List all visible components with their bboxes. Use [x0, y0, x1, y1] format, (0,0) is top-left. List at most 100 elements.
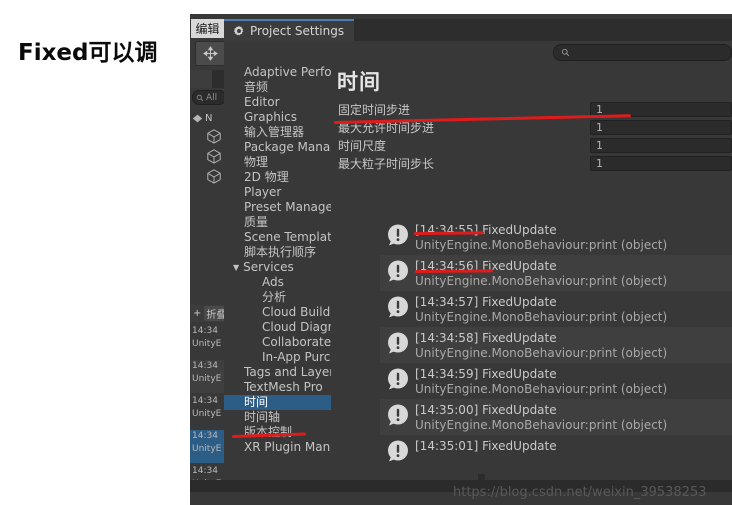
console-log-text: [14:34:56] FixedUpdate UnityEngine.MonoBe… — [415, 259, 732, 289]
settings-tree-item[interactable]: Package Manager — [224, 140, 331, 155]
console-log-row[interactable]: [14:34:59] FixedUpdate UnityEngine.MonoBe… — [380, 363, 732, 399]
console-clear-button[interactable]: + — [193, 308, 201, 319]
search-icon — [196, 94, 204, 101]
console-log-text: [14:35:01] FixedUpdate — [415, 439, 732, 454]
settings-tree-item[interactable]: In-App Purchasing — [224, 350, 331, 365]
settings-field-input[interactable]: 1 — [590, 119, 732, 135]
tab-project-settings-label: Project Settings — [250, 24, 345, 38]
console-log-text: [14:34:57] FixedUpdate UnityEngine.MonoBe… — [415, 295, 732, 325]
settings-tree-item-label: 版本控制 — [244, 425, 293, 439]
move-tool-icon[interactable] — [195, 41, 225, 66]
chevron-down-icon[interactable]: ▼ — [233, 260, 239, 275]
settings-tree-item-label: Graphics — [244, 110, 297, 124]
settings-tree-item-label: Package Manager — [244, 140, 331, 154]
scene-icon — [192, 114, 203, 122]
hierarchy-gameobject-icon[interactable] — [206, 168, 226, 188]
settings-tree-item[interactable]: XR Plugin Management — [224, 440, 331, 455]
console-log-row[interactable]: [14:34:57] FixedUpdate UnityEngine.MonoBe… — [380, 291, 732, 327]
settings-tree-item[interactable]: Player — [224, 185, 331, 200]
console-log-row[interactable]: [14:34:58] FixedUpdate UnityEngine.MonoBe… — [380, 327, 732, 363]
settings-field-input[interactable]: 1 — [590, 101, 732, 117]
settings-tree-item-label: 物理 — [244, 155, 269, 169]
settings-tree-item[interactable]: 音频 — [224, 80, 331, 95]
settings-tree-item[interactable]: Adaptive Performance — [224, 65, 331, 80]
settings-tree-item[interactable]: 时间 — [224, 395, 331, 410]
settings-tree-item-label: 输入管理器 — [244, 125, 305, 139]
settings-tree-item[interactable]: 2D 物理 — [224, 170, 331, 185]
settings-tree-item-label: 时间 — [244, 395, 269, 409]
settings-field-label: 最大允许时间步进 — [338, 120, 435, 135]
hierarchy-scene-label: N — [205, 112, 213, 124]
settings-tree-item[interactable]: Scene Template — [224, 230, 331, 245]
hierarchy-tab[interactable] — [190, 70, 212, 88]
settings-tree-item[interactable]: 版本控制 — [224, 425, 331, 440]
watermark-text: https://blog.csdn.net/weixin_39538253 — [453, 485, 707, 500]
settings-tree-item[interactable]: ▼ Services — [224, 260, 331, 275]
settings-category-tree[interactable]: Adaptive Performance音频EditorGraphics输入管理… — [224, 65, 332, 480]
console-log-message: [14:34:56] FixedUpdate — [415, 259, 557, 273]
settings-tree-item-label: Ads — [262, 275, 284, 289]
console-log-row[interactable]: [14:35:01] FixedUpdate — [380, 435, 732, 470]
settings-tree-item-label: In-App Purchasing — [262, 350, 331, 364]
console-log-text: [14:34:55] FixedUpdate UnityEngine.MonoBe… — [415, 223, 732, 253]
console-log-message: [14:35:01] FixedUpdate — [415, 439, 557, 453]
settings-tree-item[interactable]: 分析 — [224, 290, 331, 305]
settings-tree-item-label: Collaborate — [262, 335, 331, 349]
settings-tree-item[interactable]: 输入管理器 — [224, 125, 331, 140]
settings-search-input[interactable] — [553, 44, 732, 61]
settings-tree-item[interactable]: Preset Manager — [224, 200, 331, 215]
settings-tree-item[interactable]: 质量 — [224, 215, 331, 230]
hierarchy-gameobject-icon[interactable] — [206, 148, 226, 168]
annotation-text: Fixed可以调 — [18, 40, 158, 66]
warning-bubble-icon — [386, 259, 410, 283]
settings-tree-item-label: 时间轴 — [244, 410, 281, 424]
settings-tree-item[interactable]: Collaborate — [224, 335, 331, 350]
settings-field-row: 最大允许时间步进 1 — [331, 118, 732, 136]
hierarchy-scene-row[interactable]: N — [190, 110, 226, 126]
warning-bubble-icon — [386, 403, 410, 427]
console-log-row[interactable]: [14:35:00] FixedUpdate UnityEngine.MonoBe… — [380, 399, 732, 435]
settings-tree-item-label: Adaptive Performance — [244, 65, 331, 79]
settings-tree-item[interactable]: Graphics — [224, 110, 331, 125]
console-log-text: [14:34:58] FixedUpdate UnityEngine.MonoBe… — [415, 331, 732, 361]
settings-field-input[interactable]: 1 — [590, 137, 732, 153]
settings-tree-item-label: Player — [244, 185, 282, 199]
settings-field-row: 固定时间步进 1 — [331, 100, 732, 118]
console-log-message: [14:35:00] FixedUpdate — [415, 403, 557, 417]
hierarchy-search-input[interactable]: All — [192, 90, 226, 105]
settings-tree-item-label: Preset Manager — [244, 200, 331, 214]
menu-edit[interactable]: 编辑 — [191, 19, 224, 38]
settings-tree-item[interactable]: TextMesh Pro — [224, 380, 331, 395]
console-log-stacktrace: UnityEngine.MonoBehaviour:print (object) — [415, 238, 668, 252]
console-log-row[interactable]: [14:34:56] FixedUpdate UnityEngine.MonoBe… — [380, 255, 732, 291]
console-log-list[interactable]: [14:34:55] FixedUpdate UnityEngine.MonoBe… — [380, 219, 732, 470]
settings-tree-item[interactable]: Tags and Layers — [224, 365, 331, 380]
settings-field-label: 时间尺度 — [338, 138, 387, 153]
settings-tree-item-label: 2D 物理 — [244, 170, 289, 184]
settings-tree-item[interactable]: Editor — [224, 95, 331, 110]
console-log-stacktrace: UnityEngine.MonoBehaviour:print (object) — [415, 382, 668, 396]
settings-tree-item[interactable]: Ads — [224, 275, 331, 290]
settings-field-input[interactable]: 1 — [590, 155, 732, 171]
tab-project-settings[interactable]: Project Settings — [224, 19, 354, 41]
settings-tree-item[interactable]: 物理 — [224, 155, 331, 170]
console-log-text: [14:35:00] FixedUpdate UnityEngine.MonoBe… — [415, 403, 732, 433]
settings-tree-item-label: XR Plugin Management — [244, 440, 331, 454]
settings-tree-item[interactable]: Cloud Diagnostics — [224, 320, 331, 335]
settings-tree-item-label: Cloud Build — [262, 305, 331, 319]
settings-field-label: 固定时间步进 — [338, 102, 411, 117]
settings-tree-item[interactable]: 时间轴 — [224, 410, 331, 425]
screenshot-root: Fixed可以调 编辑 All N + 折叠 14:34 UnityE 14:3… — [0, 0, 732, 505]
warning-bubble-icon — [386, 331, 410, 355]
settings-tree-item-label: Tags and Layers — [244, 365, 331, 379]
warning-bubble-icon — [386, 223, 410, 247]
settings-tree-item[interactable]: Cloud Build — [224, 305, 331, 320]
warning-bubble-icon — [386, 367, 410, 391]
search-icon — [561, 48, 570, 57]
console-log-message: [14:34:57] FixedUpdate — [415, 295, 557, 309]
hierarchy-gameobject-icon[interactable] — [206, 128, 226, 148]
settings-tree-item-label: Scene Template — [244, 230, 331, 244]
settings-tree-item[interactable]: 脚本执行顺序 — [224, 245, 331, 260]
console-log-row[interactable]: [14:34:55] FixedUpdate UnityEngine.MonoBe… — [380, 219, 732, 255]
console-log-stacktrace: UnityEngine.MonoBehaviour:print (object) — [415, 274, 668, 288]
